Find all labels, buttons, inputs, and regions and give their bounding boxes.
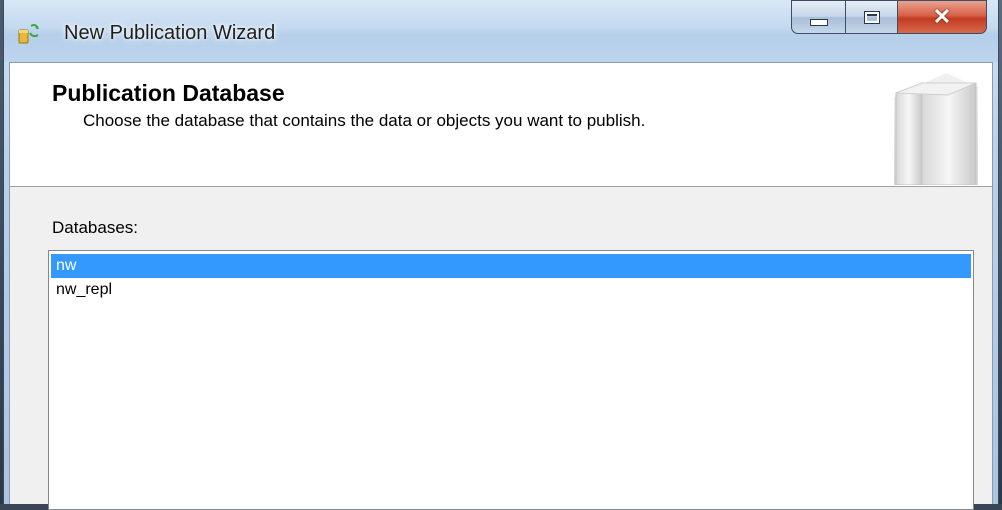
wizard-icon[interactable] — [18, 22, 40, 44]
title-bar[interactable]: New Publication Wizard ✕ — [4, 0, 998, 62]
minimize-button[interactable] — [791, 0, 845, 34]
maximize-button[interactable] — [845, 0, 897, 34]
page-title: Publication Database — [52, 80, 285, 106]
caption-buttons: ✕ — [791, 0, 987, 38]
database-graphic — [894, 73, 978, 185]
close-icon: ✕ — [932, 4, 952, 29]
wizard-page: Publication Database Choose the database… — [9, 62, 993, 510]
minimize-icon — [809, 18, 828, 26]
wizard-header: Publication Database Choose the database… — [10, 63, 992, 187]
maximize-icon — [863, 10, 880, 24]
wizard-window: New Publication Wizard ✕ Publication Dat… — [3, 0, 999, 510]
databases-list[interactable]: nw nw_repl — [48, 250, 974, 510]
close-button[interactable]: ✕ — [897, 0, 987, 34]
page-subtitle: Choose the database that contains the da… — [83, 111, 646, 130]
list-item[interactable]: nw_repl — [51, 278, 971, 302]
window-title: New Publication Wizard — [64, 22, 276, 44]
list-item[interactable]: nw — [51, 254, 971, 278]
databases-label: Databases: — [52, 218, 138, 237]
